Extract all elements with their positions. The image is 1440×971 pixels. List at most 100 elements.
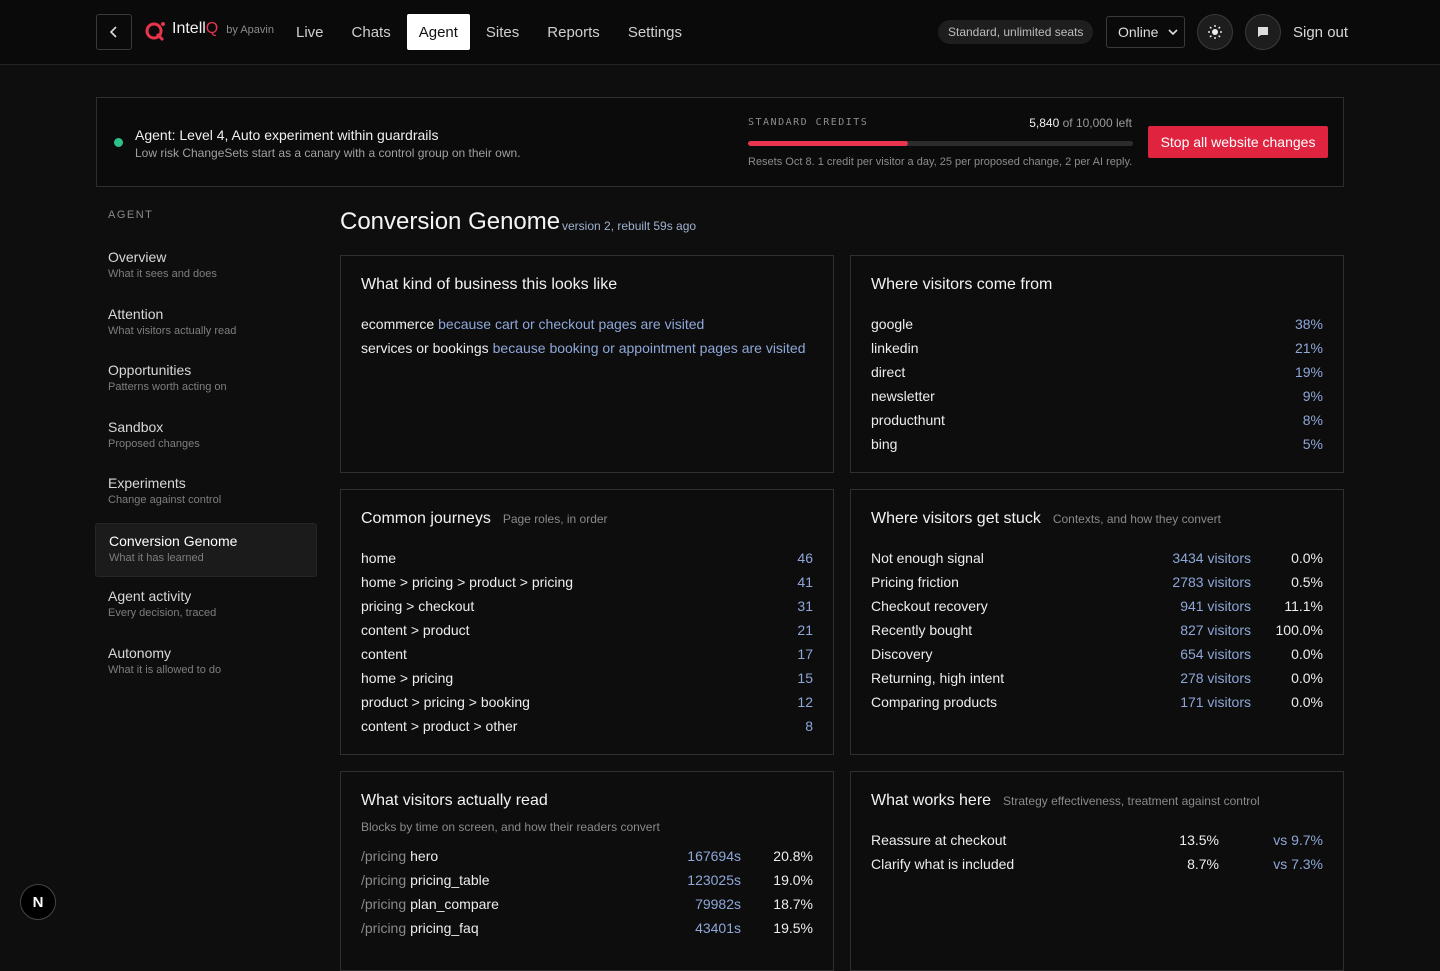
table-row: /pricing pricing_faq 43401s 19.5% xyxy=(361,916,813,940)
credits-total: of 10,000 left xyxy=(1059,116,1132,130)
table-row: /pricing pricing_table 123025s 19.0% xyxy=(361,868,813,892)
list-item: product > pricing > booking 12 xyxy=(361,690,813,714)
agent-level-title: Agent: Level 4, Auto experiment within g… xyxy=(135,127,439,143)
nav-agent[interactable]: Agent xyxy=(406,14,470,50)
stuck-rate: 0.0% xyxy=(1291,550,1323,566)
read-block: /pricing pricing_faq xyxy=(361,920,641,936)
list-item: Recently bought 827 visitors 100.0% xyxy=(871,618,1323,642)
stuck-context: Returning, high intent xyxy=(871,670,1005,686)
strategy-control: vs 9.7% xyxy=(1273,832,1323,848)
list-item: bing 5% xyxy=(871,432,1323,456)
stuck-context: Checkout recovery xyxy=(871,598,988,614)
source-pct: 8% xyxy=(1302,412,1323,428)
journey-count: 46 xyxy=(797,550,813,566)
read-block: /pricing pricing_table xyxy=(361,872,641,888)
business-type: services or bookings xyxy=(361,340,489,356)
nav-settings[interactable]: Settings xyxy=(616,14,694,50)
sidebar-item-label: Agent activity xyxy=(108,588,192,604)
list-item: Pricing friction 2783 visitors 0.5% xyxy=(871,570,1323,594)
intellq-logo-icon xyxy=(145,22,165,42)
sidebar-item-desc: Every decision, traced xyxy=(108,607,217,619)
read-time: 43401s xyxy=(695,920,741,936)
journey-path: home xyxy=(361,550,397,566)
strategy-treatment: 8.7% xyxy=(1187,856,1219,872)
credits-progress-bar xyxy=(748,141,1133,146)
sidebar-item-desc: What it is allowed to do xyxy=(108,663,222,676)
journey-count: 17 xyxy=(797,646,813,662)
sidebar-item-label: Autonomy xyxy=(108,644,172,661)
chat-button[interactable] xyxy=(1245,14,1281,50)
brand-name-text: Intell xyxy=(172,20,206,37)
sidebar-item-desc: What it sees and does xyxy=(108,268,217,280)
source-pct: 38% xyxy=(1294,316,1323,332)
nav-chats[interactable]: Chats xyxy=(340,14,403,50)
list-item: home > pricing 15 xyxy=(361,666,813,690)
list-item: content 17 xyxy=(361,642,813,666)
source-name: google xyxy=(871,316,914,332)
back-button[interactable] xyxy=(96,14,132,50)
stuck-rate: 100.0% xyxy=(1275,622,1323,638)
sidebar-item-agent-activity[interactable]: Agent activity Every decision, traced xyxy=(95,579,317,633)
credits-count: 5,840 of 10,000 left xyxy=(1029,116,1132,130)
stuck-visitors: 654 visitors xyxy=(1180,646,1251,662)
strategy-treatment: 13.5% xyxy=(1179,832,1219,848)
page-title: Conversion Genome xyxy=(340,208,561,235)
status-select[interactable]: Online xyxy=(1106,16,1185,48)
source-name: newsletter xyxy=(871,388,935,404)
sidebar-item-desc: What it has learned xyxy=(109,551,204,564)
read-time: 123025s xyxy=(687,872,741,888)
nav-live[interactable]: Live xyxy=(284,14,336,50)
sidebar-item-opportunities[interactable]: Opportunities Patterns worth acting on xyxy=(95,353,317,407)
journey-path: content > product > other xyxy=(361,718,518,734)
stuck-visitors: 3434 visitors xyxy=(1172,550,1251,566)
sidebar-item-sandbox[interactable]: Sandbox Proposed changes xyxy=(95,410,317,464)
status-value: Online xyxy=(1118,24,1159,40)
nav-reports[interactable]: Reports xyxy=(535,14,612,50)
sun-icon xyxy=(1208,25,1222,39)
table-row: /pricing hero 167694s 20.8% xyxy=(361,844,813,868)
journey-path: pricing > checkout xyxy=(361,598,475,614)
stop-changes-button[interactable]: Stop all website changes xyxy=(1148,126,1328,158)
reading-blocks-card: What visitors actually read Blocks by ti… xyxy=(340,771,834,971)
sidebar-item-attention[interactable]: Attention What visitors actually read xyxy=(95,297,317,351)
card-title: What kind of business this looks like xyxy=(361,276,618,293)
stuck-context: Pricing friction xyxy=(871,574,959,590)
stuck-visitors: 278 visitors xyxy=(1180,670,1251,686)
sign-out-link[interactable]: Sign out xyxy=(1293,24,1348,41)
card-title: What works here xyxy=(871,792,992,809)
stuck-rate: 0.0% xyxy=(1291,694,1323,710)
sidebar-item-overview[interactable]: Overview What it sees and does xyxy=(95,240,317,294)
list-item: Checkout recovery 941 visitors 11.1% xyxy=(871,594,1323,618)
journey-path: product > pricing > booking xyxy=(361,694,530,710)
journey-count: 31 xyxy=(797,598,813,614)
table-row: Reassure at checkout 13.5% vs 9.7% xyxy=(871,828,1323,852)
journey-path: content xyxy=(361,646,407,662)
read-block: /pricing plan_compare xyxy=(361,896,641,912)
list-item: content > product 21 xyxy=(361,618,813,642)
sidebar-item-label: Opportunities xyxy=(108,362,192,378)
stuck-visitors: 827 visitors xyxy=(1180,622,1251,638)
list-item: ecommerce because cart or checkout pages … xyxy=(361,312,813,336)
common-journeys-card: Common journeys Page roles, in order home… xyxy=(340,489,834,755)
stuck-context: Not enough signal xyxy=(871,550,984,566)
brand[interactable]: IntellQ by Apavin xyxy=(144,20,274,42)
source-pct: 5% xyxy=(1302,436,1323,452)
strategy-name: Clarify what is included xyxy=(871,856,1015,872)
journey-path: home > pricing > product > pricing xyxy=(361,574,574,590)
journey-count: 41 xyxy=(797,574,813,590)
sidebar-item-conversion-genome[interactable]: Conversion Genome What it has learned xyxy=(95,522,317,577)
stuck-rate: 11.1% xyxy=(1284,598,1323,614)
list-item: content > product > other 8 xyxy=(361,714,813,738)
credits-progress-fill xyxy=(748,141,909,146)
stuck-context: Comparing products xyxy=(871,694,998,710)
sidebar-item-experiments[interactable]: Experiments Change against control xyxy=(95,466,317,520)
strategy-name: Reassure at checkout xyxy=(871,832,1007,848)
journey-count: 15 xyxy=(797,670,813,686)
business-reason: because cart or checkout pages are visit… xyxy=(438,316,705,332)
nav-sites[interactable]: Sites xyxy=(474,14,531,50)
framework-logo-icon[interactable]: N xyxy=(20,884,56,920)
sidebar-item-autonomy[interactable]: Autonomy What it is allowed to do xyxy=(95,636,317,690)
theme-toggle-button[interactable] xyxy=(1197,14,1233,50)
stuck-context: Discovery xyxy=(871,646,933,662)
card-hint: Strategy effectiveness, treatment agains… xyxy=(1003,794,1260,808)
